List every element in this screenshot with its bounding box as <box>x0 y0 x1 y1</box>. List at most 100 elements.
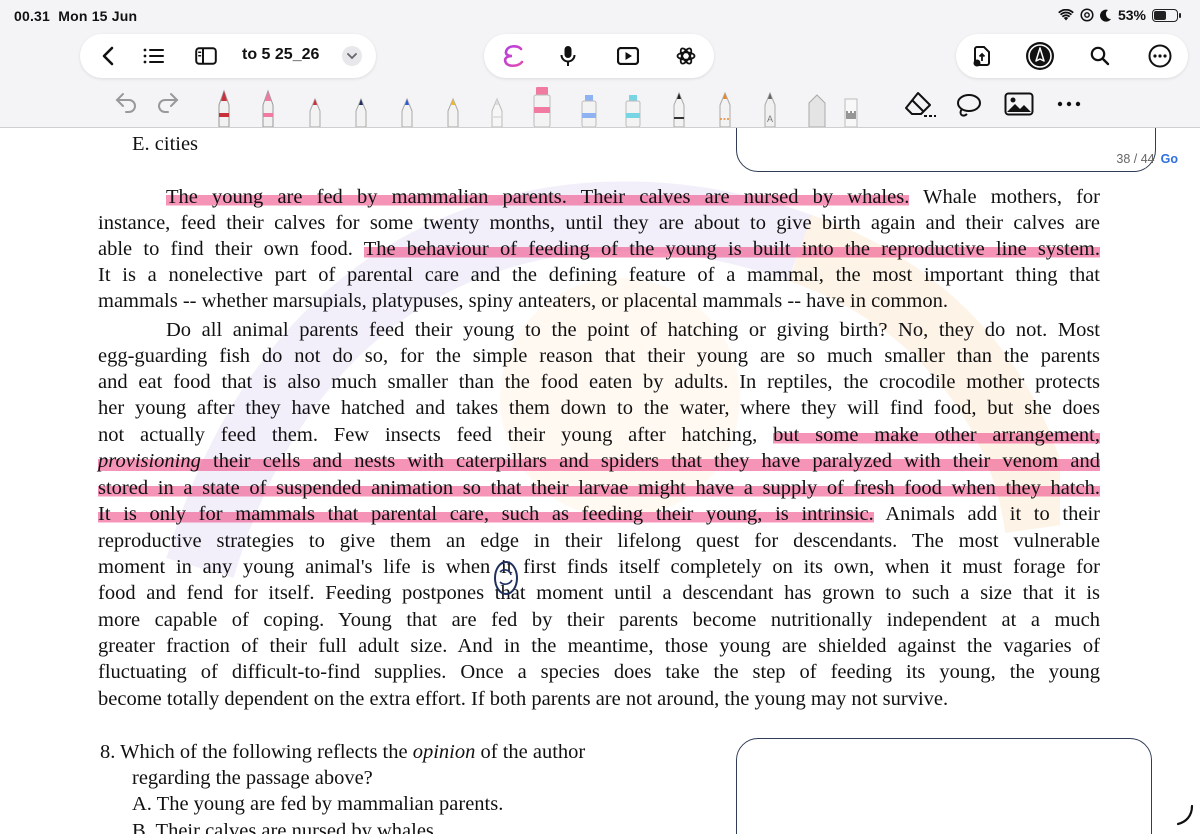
ruler-icon[interactable] <box>842 97 862 127</box>
q8-option-b: B. Their calves are nursed by whales. <box>132 820 440 834</box>
highlighter-blue-tool[interactable] <box>578 91 600 127</box>
play-icon <box>617 47 639 65</box>
battery-icon <box>1152 8 1181 22</box>
voice-button[interactable] <box>548 34 588 78</box>
q8-italic: opinion <box>412 741 476 763</box>
redo-icon[interactable] <box>154 90 180 114</box>
navigation-pill: to 5 25_26 <box>80 34 376 78</box>
presentation-button[interactable] <box>608 34 648 78</box>
highlight-3: but some make other arrangement, <box>773 424 1100 446</box>
q8-line1: 8. Which of the following reflects the o… <box>100 739 720 765</box>
pen-mode-button[interactable] <box>1020 34 1060 78</box>
p2-line15: become totally dependent on the extra ef… <box>98 688 949 710</box>
ballpoint-yellow-tool[interactable] <box>444 93 462 127</box>
status-bar: 00.31 Mon 15 Jun 53% <box>0 0 1200 32</box>
date-text: Mon 15 Jun <box>58 8 138 24</box>
p1-line3: able to find their own food. The behavio… <box>98 236 1100 262</box>
fountain-pen-red-tool[interactable] <box>214 87 234 127</box>
ballpoint-blue-tool[interactable] <box>398 93 416 127</box>
more-button[interactable] <box>1140 34 1180 78</box>
app-chrome: 00.31 Mon 15 Jun 53% to 5 25_26 A <box>0 0 1200 127</box>
p2-line3: and eat food that is also much smaller t… <box>98 371 1100 393</box>
q8-b: of the author <box>475 741 586 763</box>
moon-icon <box>1099 9 1111 22</box>
shape-tool[interactable] <box>804 89 830 127</box>
p1-line1: The young are fed by mammalian parents. … <box>166 184 1100 210</box>
status-right: 53% <box>1058 7 1181 23</box>
p2-line4: her young after they have hatched and ta… <box>98 397 1100 419</box>
page-number: 38 / 44 <box>1116 152 1155 166</box>
pencil-grey-tool[interactable] <box>488 93 506 127</box>
pencil-grey-a-tool[interactable]: A <box>758 89 782 127</box>
assistant-button[interactable] <box>494 34 534 78</box>
ballpoint-navy-tool[interactable] <box>352 93 370 127</box>
outline-button[interactable] <box>134 34 174 78</box>
eraser-icon[interactable] <box>902 90 938 120</box>
at-icon <box>1080 8 1094 22</box>
thumbnails-button[interactable] <box>186 34 226 78</box>
p2-line5: not actually feed them. Few insects feed… <box>98 422 1100 448</box>
p2-line9: reproductive strategies to give them an … <box>98 530 1100 552</box>
lasso-icon[interactable] <box>954 92 984 122</box>
highlight-1: The young are fed by mammalian parents. … <box>166 186 910 208</box>
p2-line13: greater fraction of their full adult siz… <box>98 635 1100 657</box>
answer-box-7[interactable] <box>736 128 1156 172</box>
status-time: 00.31 Mon 15 Jun <box>14 8 137 24</box>
assist-pill <box>484 34 714 78</box>
go-button[interactable]: Go <box>1161 152 1178 166</box>
p1-line2: instance, feed their calves for some twe… <box>98 212 1100 234</box>
more-tools-icon[interactable] <box>1056 100 1082 108</box>
export-button[interactable] <box>962 34 1002 78</box>
p2-line8-rest: Animals add it to their <box>873 503 1101 525</box>
p2-line11: food and fend for itself. Feeding postpo… <box>98 582 1100 604</box>
back-chevron-icon <box>102 46 114 66</box>
p2-line6-rest: their cells and nests with caterpillars … <box>200 450 1100 472</box>
highlight-4: stored in a state of suspended animation… <box>98 477 1100 499</box>
highlighter-pink-tool[interactable] <box>530 85 554 127</box>
q8-line2: regarding the passage above? <box>132 767 373 789</box>
highlighter-cyan-tool[interactable] <box>622 91 644 127</box>
p2-line10: moment in any young animal's life is whe… <box>98 556 1100 578</box>
openai-icon <box>676 47 696 65</box>
p1-line5: mammals -- whether marsupials, platypuse… <box>98 290 948 312</box>
p2-line12: more capable of coping. Young that are f… <box>98 609 1100 631</box>
document-title[interactable]: to 5 25_26 <box>242 46 319 64</box>
chatgpt-button[interactable] <box>666 34 706 78</box>
search-button[interactable] <box>1080 34 1120 78</box>
p2-line2: egg-guarding fish do not do so, for the … <box>98 345 1100 367</box>
p2-line6: provisioning their cells and nests with … <box>98 448 1100 474</box>
handwritten-circle-annotation[interactable] <box>488 556 524 600</box>
pencil-black-tool[interactable] <box>668 89 690 127</box>
share-doc-icon <box>973 46 990 67</box>
ballpoint-red-tool[interactable] <box>306 93 324 127</box>
fountain-pen-pink-tool[interactable] <box>258 87 278 127</box>
image-icon[interactable] <box>1004 92 1034 118</box>
italic-provisioning: provisioning <box>98 450 201 472</box>
p1-line4: It is a nonelective part of parental car… <box>98 264 1100 286</box>
pen-circle-icon <box>1026 42 1054 70</box>
list-icon <box>143 48 164 64</box>
more-icon <box>1148 44 1172 68</box>
highlight-2: The behaviour of feeding of the young is… <box>363 238 1100 260</box>
svg-text:A: A <box>767 114 773 124</box>
undo-icon[interactable] <box>114 90 140 114</box>
search-icon <box>1090 46 1110 66</box>
p1-line3-a: able to find their own food. <box>98 238 364 260</box>
q8-a: 8. Which of the following reflects the <box>100 741 413 763</box>
p2-line1: Do all animal parents feed their young t… <box>166 319 1100 341</box>
back-button[interactable] <box>88 34 128 78</box>
pencil-orange-tool[interactable] <box>714 89 736 127</box>
microphone-icon <box>560 46 576 66</box>
answer-box-8[interactable] <box>736 738 1152 834</box>
p2-line7: stored in a state of suspended animation… <box>98 475 1100 501</box>
title-menu-button[interactable] <box>342 46 362 66</box>
p1-line1-rest: Whale mothers, for <box>909 186 1101 208</box>
p2-line8: It is only for mammals that parental car… <box>98 501 1100 527</box>
battery-percent: 53% <box>1117 7 1146 23</box>
option-e: E. cities <box>132 133 199 155</box>
drawing-toolbar: A <box>0 84 1200 127</box>
pdf-page[interactable]: 38 / 44 Go E. cities The young are fed by… <box>0 128 1200 834</box>
chevron-down-icon <box>347 52 357 59</box>
page-indicator[interactable]: 38 / 44 Go <box>1116 152 1178 166</box>
time-text: 00.31 <box>14 8 51 24</box>
